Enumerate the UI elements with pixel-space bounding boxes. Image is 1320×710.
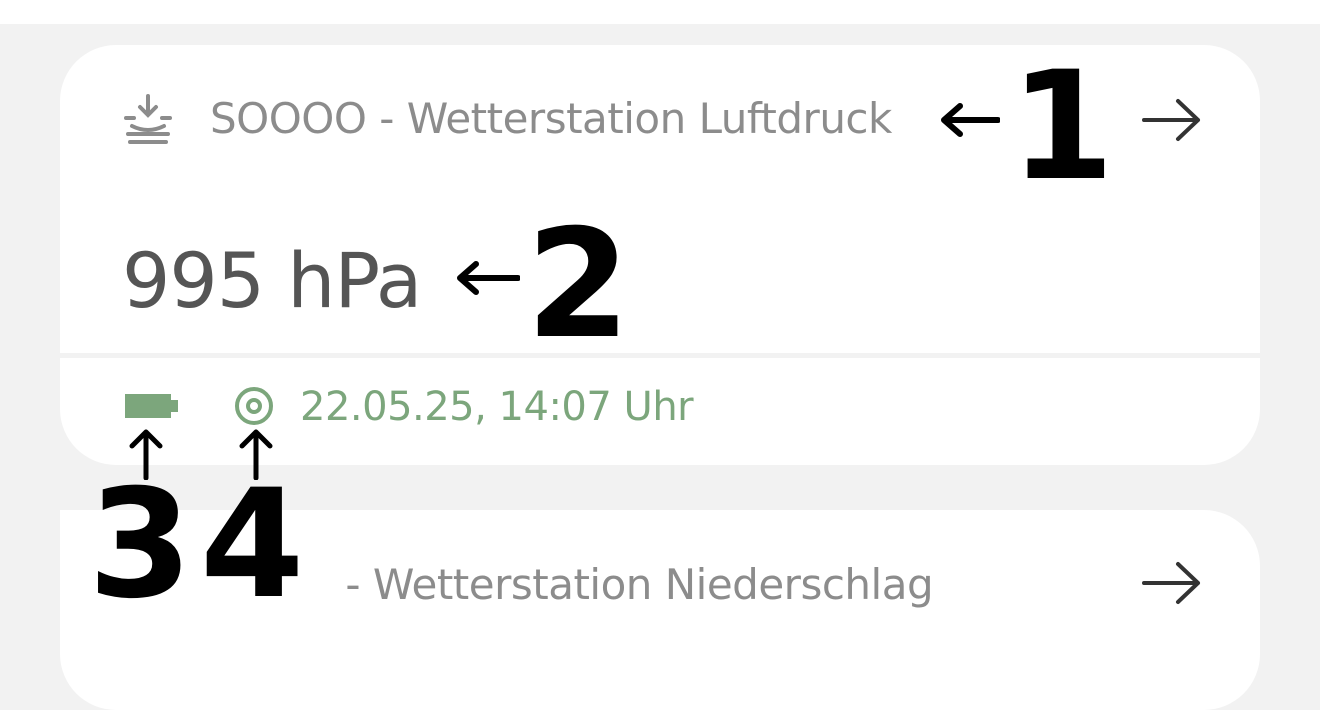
annotation-number-4: 4 [200,458,305,632]
card-divider [60,353,1260,358]
annotation-arrow-1 [940,100,1001,140]
annotation-number-1: 1 [1010,40,1115,214]
device-title: O - Wetterstation Niederschlag [300,560,934,609]
annotation-number-3: 3 [88,458,193,632]
top-bar [0,0,1320,24]
arrow-right-icon [1142,562,1200,604]
open-device-button[interactable] [1142,95,1202,145]
arrow-right-icon [1142,99,1200,141]
last-update-timestamp: 22.05.25, 14:07 Uhr [300,384,694,430]
battery-icon [125,394,178,418]
annotation-arrow-2 [456,258,521,298]
eye-icon [235,387,273,425]
annotation-number-2: 2 [526,198,631,372]
device-title: SOOOO - Wetterstation Luftdruck [210,94,892,143]
open-device-button[interactable] [1142,558,1202,608]
sensor-download-icon [124,94,172,144]
measurement-value: 995 hPa [122,236,422,325]
